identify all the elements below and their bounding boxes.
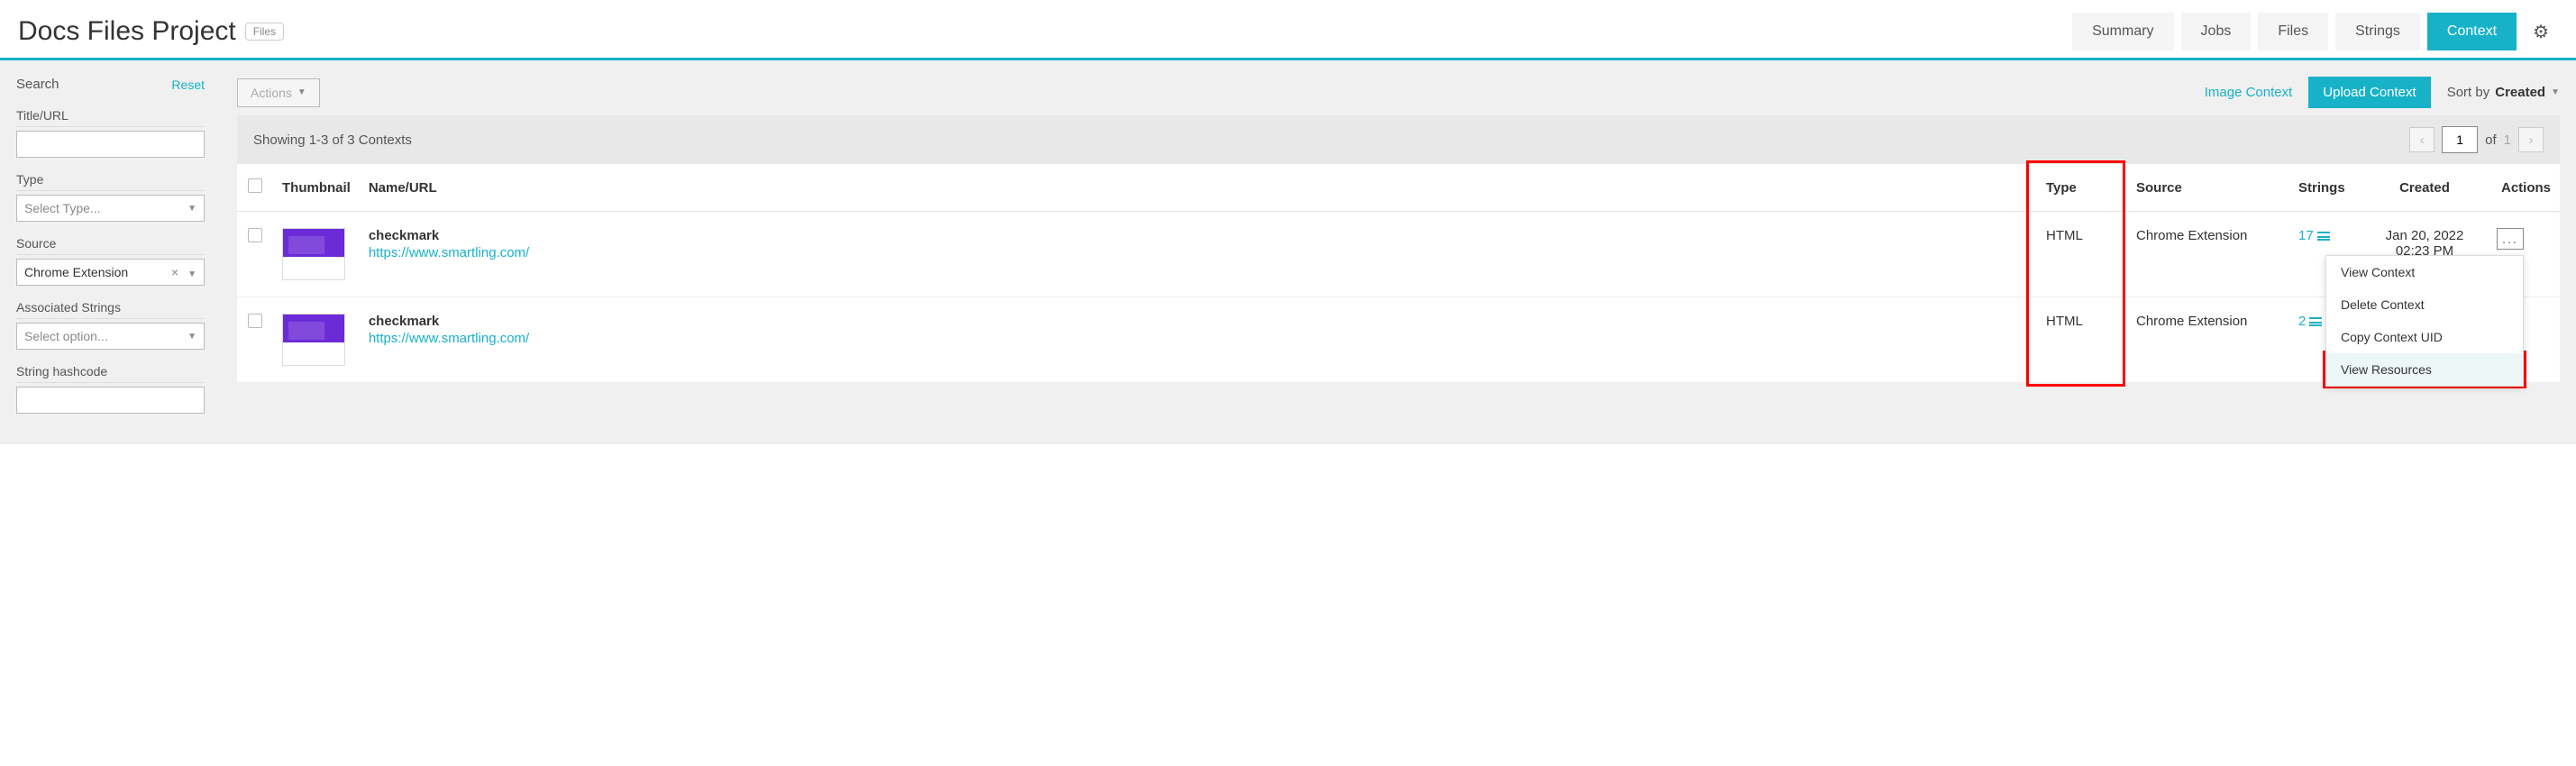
string-hashcode-input[interactable] <box>16 387 205 414</box>
showing-text: Showing 1-3 of 3 Contexts <box>253 132 412 148</box>
sort-value: Created <box>2495 85 2545 100</box>
chevron-down-icon: ▼ <box>187 269 196 279</box>
context-url[interactable]: https://www.smartling.com/ <box>369 245 2028 260</box>
th-actions: Actions <box>2488 164 2560 212</box>
strings-count: 2 <box>2298 314 2306 329</box>
actions-button[interactable]: Actions ▼ <box>237 78 320 107</box>
th-name-url: Name/URL <box>360 164 2037 212</box>
search-label: Search <box>16 77 59 92</box>
tab-summary[interactable]: Summary <box>2072 13 2173 50</box>
lines-icon <box>2309 317 2322 326</box>
lines-icon <box>2317 232 2330 241</box>
context-source: Chrome Extension <box>2127 212 2289 297</box>
strings-count: 17 <box>2298 228 2314 243</box>
tab-strings[interactable]: Strings <box>2335 13 2420 50</box>
chevron-down-icon: ▼ <box>187 204 196 214</box>
context-source: Chrome Extension <box>2127 297 2289 383</box>
reset-link[interactable]: Reset <box>171 78 205 92</box>
associated-strings-select[interactable]: Select option... ▼ <box>16 323 205 350</box>
tab-files[interactable]: Files <box>2258 13 2328 50</box>
string-hashcode-label: String hashcode <box>16 364 205 383</box>
next-page-button[interactable]: › <box>2518 127 2544 152</box>
source-select[interactable]: Chrome Extension × ▼ <box>16 259 205 286</box>
page-input[interactable] <box>2442 126 2478 153</box>
clear-source-icon[interactable]: × <box>171 265 178 279</box>
row-actions-button[interactable]: ... <box>2497 228 2524 250</box>
type-placeholder: Select Type... <box>24 201 101 215</box>
type-label: Type <box>16 172 205 191</box>
context-type: HTML <box>2037 212 2127 297</box>
menu-copy-uid[interactable]: Copy Context UID <box>2326 321 2523 353</box>
created-date: Jan 20, 2022 <box>2370 228 2479 243</box>
associated-strings-label: Associated Strings <box>16 300 205 319</box>
total-pages: 1 <box>2504 132 2511 148</box>
row-actions-menu: View Context Delete Context Copy Context… <box>2325 255 2524 387</box>
context-name: checkmark <box>369 314 2028 329</box>
source-value: Chrome Extension <box>24 265 128 279</box>
prev-page-button[interactable]: ‹ <box>2409 127 2434 152</box>
context-type: HTML <box>2037 297 2127 383</box>
project-title: Docs Files Project <box>18 16 236 47</box>
table-row: checkmark https://www.smartling.com/ HTM… <box>237 297 2560 383</box>
th-strings[interactable]: Strings <box>2289 164 2361 212</box>
of-label: of <box>2485 132 2497 148</box>
menu-view-context[interactable]: View Context <box>2326 256 2523 288</box>
title-url-input[interactable] <box>16 131 205 158</box>
tab-context[interactable]: Context <box>2427 13 2517 50</box>
chevron-down-icon: ▼ <box>187 332 196 342</box>
table-row: checkmark https://www.smartling.com/ HTM… <box>237 212 2560 297</box>
chevron-down-icon: ▼ <box>297 87 306 97</box>
gear-icon[interactable]: ⚙ <box>2524 21 2558 43</box>
sort-by-control[interactable]: Sort by Created ▼ <box>2447 85 2560 100</box>
actions-label: Actions <box>251 86 292 100</box>
type-select[interactable]: Select Type... ▼ <box>16 195 205 222</box>
thumbnail[interactable] <box>282 228 345 280</box>
row-checkbox[interactable] <box>248 314 262 328</box>
th-thumbnail: Thumbnail <box>273 164 360 212</box>
tab-jobs[interactable]: Jobs <box>2181 13 2252 50</box>
context-url[interactable]: https://www.smartling.com/ <box>369 331 2028 346</box>
title-url-label: Title/URL <box>16 108 205 127</box>
associated-placeholder: Select option... <box>24 329 108 343</box>
menu-delete-context[interactable]: Delete Context <box>2326 288 2523 321</box>
image-context-link[interactable]: Image Context <box>2205 85 2293 100</box>
files-badge[interactable]: Files <box>245 23 284 41</box>
source-label: Source <box>16 236 205 255</box>
strings-link[interactable]: 17 <box>2298 228 2352 243</box>
sort-by-label: Sort by <box>2447 85 2490 100</box>
select-all-checkbox[interactable] <box>248 178 262 193</box>
th-source[interactable]: Source <box>2127 164 2289 212</box>
menu-view-resources[interactable]: View Resources <box>2326 353 2523 386</box>
th-type[interactable]: Type <box>2037 164 2127 212</box>
upload-context-button[interactable]: Upload Context <box>2308 77 2430 108</box>
chevron-down-icon: ▼ <box>2551 87 2560 97</box>
sidebar: Search Reset Title/URL Type Select Type.… <box>0 60 221 444</box>
th-created[interactable]: Created <box>2361 164 2488 212</box>
row-checkbox[interactable] <box>248 228 262 242</box>
thumbnail[interactable] <box>282 314 345 366</box>
context-name: checkmark <box>369 228 2028 243</box>
